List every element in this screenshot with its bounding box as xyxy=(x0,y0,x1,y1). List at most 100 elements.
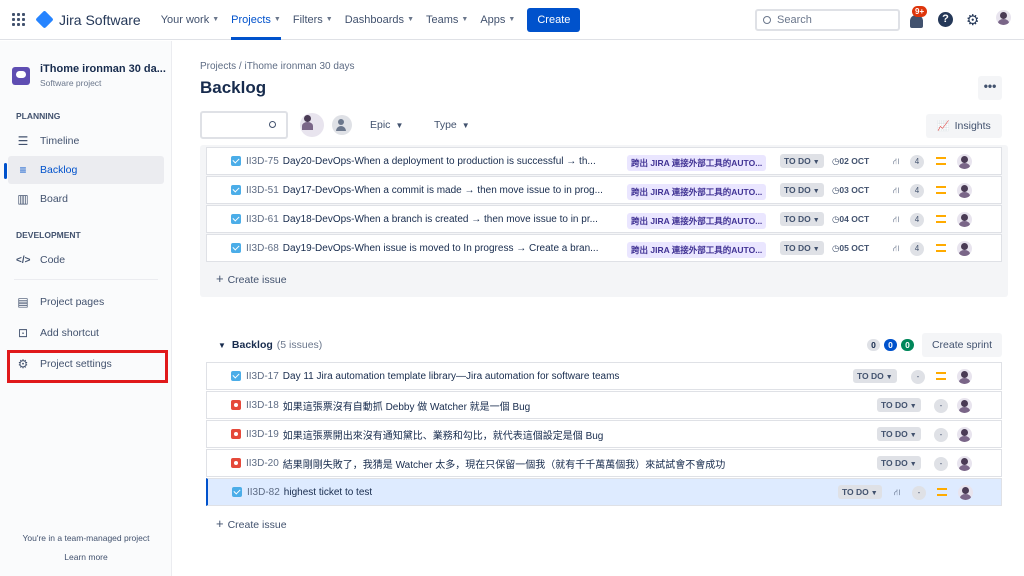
status-dropdown[interactable]: TO DO ▼ xyxy=(838,485,882,499)
epic-label[interactable]: 跨出 JIRA 連接外部工具的AUTO... xyxy=(627,155,767,171)
search-input[interactable]: Search xyxy=(755,9,900,31)
issue-row-selected[interactable]: II3D-82 highest ticket to test TO DO ▼ ⛙ … xyxy=(206,478,1002,506)
status-dropdown[interactable]: TO DO ▼ xyxy=(853,369,897,383)
story-type-icon xyxy=(231,371,241,381)
settings-gear-icon[interactable]: ⚙ xyxy=(966,11,979,29)
create-sprint-button[interactable]: Create sprint xyxy=(922,333,1002,357)
story-points[interactable]: 4 xyxy=(910,184,924,198)
story-type-icon xyxy=(232,487,242,497)
issue-key[interactable]: II3D-18 xyxy=(246,400,279,411)
app-switcher-icon[interactable] xyxy=(12,12,26,27)
status-dropdown[interactable]: TO DO ▼ xyxy=(877,456,921,470)
nav-label: Projects xyxy=(231,13,271,26)
notifications-button[interactable]: 9+ xyxy=(910,6,928,28)
create-button[interactable]: Create xyxy=(527,7,581,32)
nav-filters[interactable]: Filters ▼ xyxy=(293,0,333,40)
profile-avatar[interactable] xyxy=(996,10,1011,28)
type-filter-dropdown[interactable]: Type ▼ xyxy=(434,119,470,131)
nav-projects[interactable]: Projects ▼ xyxy=(231,0,281,40)
sidebar-item-code[interactable]: </> Code xyxy=(8,246,164,274)
issue-summary[interactable]: Day 11 Jira automation template library—… xyxy=(283,371,620,382)
issue-row[interactable]: II3D-61 Day18-DevOps-When a branch is cr… xyxy=(206,205,1002,233)
issue-row[interactable]: II3D-18 如果這張票沒有自動抓 Debby 做 Watcher 就是一個 … xyxy=(206,391,1002,419)
issue-summary[interactable]: Day20-DevOps-When a deployment to produc… xyxy=(283,156,596,167)
issue-summary[interactable]: 如果這張票沒有自動抓 Debby 做 Watcher 就是一個 Bug xyxy=(283,398,530,413)
search-backlog-input[interactable] xyxy=(200,111,288,139)
status-dropdown[interactable]: TO DO ▼ xyxy=(780,212,824,226)
highlight-annotation-box xyxy=(7,350,168,383)
sidebar-item-backlog[interactable]: ≡ Backlog xyxy=(8,156,164,184)
issue-key[interactable]: II3D-51 xyxy=(246,185,279,196)
issue-row[interactable]: II3D-19 如果這張票開出來沒有通知黛比、業務和勾比，就代表這個設定是個 B… xyxy=(206,420,1002,448)
issue-summary[interactable]: highest ticket to test xyxy=(284,487,372,498)
epic-label[interactable]: 跨出 JIRA 連接外部工具的AUTO... xyxy=(627,184,767,200)
epic-label[interactable]: 跨出 JIRA 連接外部工具的AUTO... xyxy=(627,242,767,258)
issue-summary[interactable]: Day17-DevOps-When a commit is made → the… xyxy=(283,185,603,196)
breadcrumb-projects[interactable]: Projects xyxy=(200,61,236,72)
assignee-avatar[interactable] xyxy=(957,427,972,442)
jira-logo[interactable]: Jira Software xyxy=(35,10,141,29)
sidebar-item-board[interactable]: ▥ Board xyxy=(8,185,164,213)
add-people-icon[interactable] xyxy=(332,115,352,135)
sidebar: iThome ironman 30 da... Software project… xyxy=(0,41,172,576)
story-points[interactable]: 4 xyxy=(910,155,924,169)
story-points[interactable]: - xyxy=(934,399,948,413)
story-points[interactable]: - xyxy=(934,457,948,471)
status-dropdown[interactable]: TO DO ▼ xyxy=(877,398,921,412)
issue-summary[interactable]: Day18-DevOps-When a branch is created → … xyxy=(283,214,598,225)
issue-key[interactable]: II3D-19 xyxy=(246,429,279,440)
more-actions-button[interactable]: ••• xyxy=(978,76,1002,100)
issue-row[interactable]: II3D-20 結果剛剛失敗了，我猜是 Watcher 太多，現在只保留一個我（… xyxy=(206,449,1002,477)
help-icon[interactable]: ? xyxy=(938,12,953,27)
nav-dashboards[interactable]: Dashboards ▼ xyxy=(345,0,414,40)
assignee-avatar[interactable] xyxy=(957,183,972,198)
assignee-avatar[interactable] xyxy=(957,398,972,413)
issue-row[interactable]: II3D-51 Day17-DevOps-When a commit is ma… xyxy=(206,176,1002,204)
story-points[interactable]: 4 xyxy=(910,213,924,227)
assignee-avatar[interactable] xyxy=(957,212,972,227)
create-issue-button[interactable]: + Create issue xyxy=(216,516,287,531)
issue-key[interactable]: II3D-61 xyxy=(246,214,279,225)
status-dropdown[interactable]: TO DO ▼ xyxy=(780,154,824,168)
story-points[interactable]: - xyxy=(912,486,926,500)
sidebar-item-add-shortcut[interactable]: ⊡ Add shortcut xyxy=(8,319,164,347)
insights-button[interactable]: 📈 Insights xyxy=(926,114,1002,138)
assignee-avatar[interactable] xyxy=(958,485,973,500)
status-label: TO DO xyxy=(784,156,811,166)
breadcrumb-project[interactable]: iThome ironman 30 days xyxy=(244,61,354,72)
epic-label[interactable]: 跨出 JIRA 連接外部工具的AUTO... xyxy=(627,213,767,229)
active-indicator xyxy=(4,163,7,179)
backlog-header[interactable]: ▼ Backlog (5 issues) xyxy=(218,339,322,351)
story-points[interactable]: 4 xyxy=(910,242,924,256)
assignee-avatar[interactable] xyxy=(957,154,972,169)
sidebar-item-project-pages[interactable]: ▤ Project pages xyxy=(8,288,164,316)
project-header[interactable]: iThome ironman 30 da... Software project xyxy=(12,63,166,88)
story-points[interactable]: - xyxy=(934,428,948,442)
issue-key[interactable]: II3D-68 xyxy=(246,243,279,254)
assignee-filter-avatar[interactable] xyxy=(300,113,324,140)
story-points[interactable]: - xyxy=(911,370,925,384)
issue-row[interactable]: II3D-17 Day 11 Jira automation template … xyxy=(206,362,1002,390)
issue-summary[interactable]: Day19-DevOps-When issue is moved to In p… xyxy=(283,243,599,254)
nav-apps[interactable]: Apps ▼ xyxy=(480,0,515,40)
issue-key[interactable]: II3D-82 xyxy=(247,487,280,498)
create-issue-button[interactable]: + Create issue xyxy=(216,271,287,286)
issue-key[interactable]: II3D-75 xyxy=(246,156,279,167)
nav-your-work[interactable]: Your work ▼ xyxy=(161,0,219,40)
status-dropdown[interactable]: TO DO ▼ xyxy=(780,241,824,255)
assignee-avatar[interactable] xyxy=(957,369,972,384)
issue-summary[interactable]: 如果這張票開出來沒有通知黛比、業務和勾比，就代表這個設定是個 Bug xyxy=(283,427,604,442)
learn-more-link[interactable]: Learn more xyxy=(0,552,172,562)
status-dropdown[interactable]: TO DO ▼ xyxy=(780,183,824,197)
status-dropdown[interactable]: TO DO ▼ xyxy=(877,427,921,441)
issue-summary[interactable]: 結果剛剛失敗了，我猜是 Watcher 太多，現在只保留一個我（就有千千萬萬個我… xyxy=(283,456,725,471)
issue-key[interactable]: II3D-17 xyxy=(246,371,279,382)
issue-row[interactable]: II3D-68 Day19-DevOps-When issue is moved… xyxy=(206,234,1002,262)
issue-row[interactable]: II3D-75 Day20-DevOps-When a deployment t… xyxy=(206,147,1002,175)
assignee-avatar[interactable] xyxy=(957,241,972,256)
epic-filter-dropdown[interactable]: Epic ▼ xyxy=(370,119,403,131)
assignee-avatar[interactable] xyxy=(957,456,972,471)
nav-teams[interactable]: Teams ▼ xyxy=(426,0,468,40)
sidebar-item-timeline[interactable]: ☰ Timeline xyxy=(8,127,164,155)
issue-key[interactable]: II3D-20 xyxy=(246,458,279,469)
